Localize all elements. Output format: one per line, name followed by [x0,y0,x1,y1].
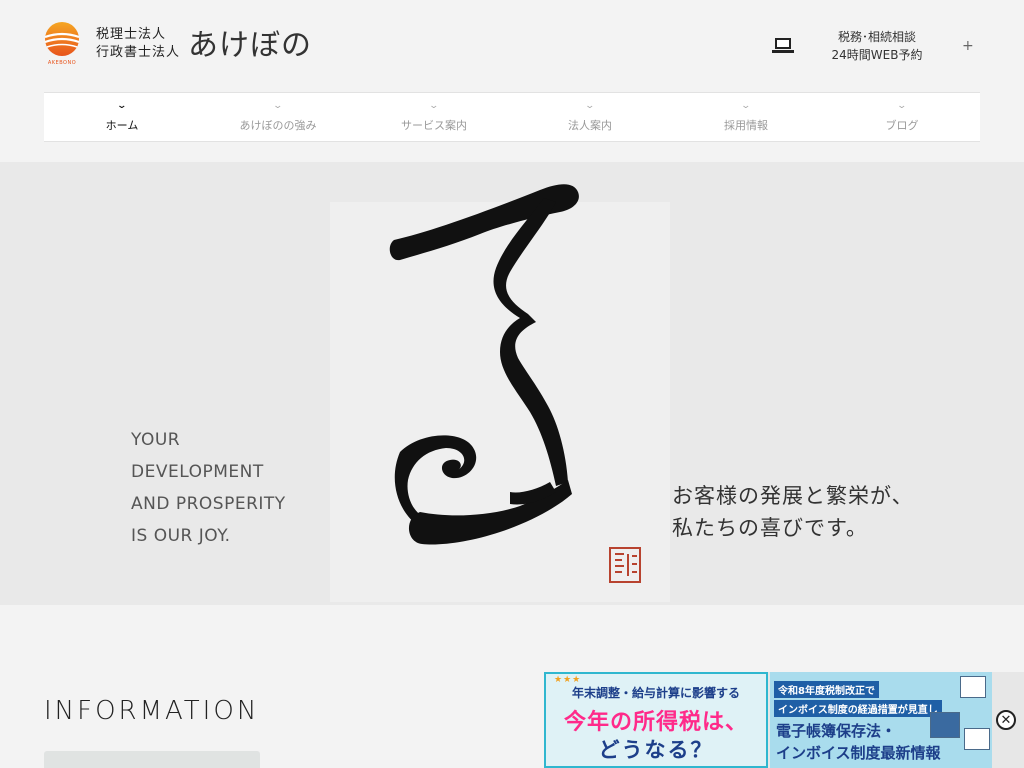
promo-banner: ★★★ 年末調整・給与計算に影響する 今年の所得税は、 どうなる？ 令和8年度税… [544,672,1024,768]
hero-section: YOUR DEVELOPMENT AND PROSPERITY IS OUR J… [0,162,1024,605]
income-tax-banner-line3: どうなる？ [598,738,714,762]
nav-item-label: 法人案内 [568,119,612,132]
site-header: AKEBONO 税理士法人 行政書士法人 あけぼの 税務･相続相談 24時間WE… [0,0,1024,92]
logo-subtitle-line1: 税理士法人 [96,27,167,42]
sun-logo-icon: AKEBONO [42,20,82,68]
nav-item-about[interactable]: ⌄ 法人案内 [512,93,668,141]
chevron-down-icon: ⌄ [740,101,752,111]
hero-jp-line2: 私たちの喜びです。 [672,516,868,540]
plus-icon[interactable]: + [962,38,974,54]
main-nav: ⌄ ホーム ⌄ あけぼのの強み ⌄ サービス案内 ⌄ 法人案内 ⌄ 採用情報 ⌄… [44,92,980,142]
nav-item-recruit[interactable]: ⌄ 採用情報 [668,93,824,141]
chevron-down-icon: ⌄ [272,101,284,111]
logo-name: あけぼの [188,28,313,63]
nav-item-label: ホーム [105,119,139,132]
web-reservation-line2: 24時間WEB予約 [831,48,923,62]
chevron-down-icon: ⌄ [584,101,596,111]
nav-item-label: ブログ [885,119,919,132]
hero-en-line2: DEVELOPMENT [131,462,264,482]
nav-item-label: サービス案内 [401,119,467,132]
chevron-down-icon: ⌄ [116,101,128,111]
hero-japanese-tagline: お客様の発展と繁栄が、 私たちの喜びです。 [672,480,914,544]
hero-jp-line1: お客様の発展と繁栄が、 [672,484,914,508]
invoice-banner-tag1: 令和8年度税制改正で [774,681,879,698]
site-logo[interactable]: AKEBONO 税理士法人 行政書士法人 あけぼの [42,20,312,68]
laptop-icon [772,37,794,55]
pdf-document-icon [960,676,986,698]
calligraphy-brush-artwork [389,184,579,545]
hero-en-line1: YOUR [131,430,181,450]
folder-icon [930,712,960,738]
logo-subtitle: 税理士法人 行政書士法人 [96,26,180,62]
invoice-document-icon [964,728,990,750]
invoice-system-banner[interactable]: 令和8年度税制改正で インボイス制度の経過措置が見直し 電子帳簿保存法・ インボ… [770,672,992,768]
income-tax-banner-line2: 今年の所得税は、 [563,710,748,735]
nav-item-label: あけぼのの強み [239,119,317,132]
nav-item-home[interactable]: ⌄ ホーム [44,93,200,141]
information-card-thumbnail[interactable] [44,751,260,768]
nav-item-services[interactable]: ⌄ サービス案内 [356,93,512,141]
hero-en-line3: AND PROSPERITY [131,494,286,514]
web-reservation-button[interactable]: 税務･相続相談 24時間WEB予約 + [772,26,982,66]
logo-mark-caption: AKEBONO [47,60,77,66]
invoice-banner-headline2: インボイス制度最新情報 [776,744,941,762]
income-tax-banner[interactable]: ★★★ 年末調整・給与計算に影響する 今年の所得税は、 どうなる？ [544,672,768,768]
web-reservation-line1: 税務･相続相談 [837,30,916,44]
nav-item-blog[interactable]: ⌄ ブログ [824,93,980,141]
income-tax-banner-line1: 年末調整・給与計算に影響する [571,686,740,700]
logo-subtitle-line2: 行政書士法人 [96,45,181,60]
invoice-banner-headline1: 電子帳簿保存法・ [776,722,897,740]
web-reservation-label: 税務･相続相談 24時間WEB予約 [822,28,932,64]
hero-en-line4: IS OUR JOY. [131,526,231,546]
chevron-down-icon: ⌄ [896,101,908,111]
invoice-banner-tag2: インボイス制度の経過措置が見直し [774,700,942,717]
red-seal-stamp-icon [609,547,641,583]
chevron-down-icon: ⌄ [428,101,440,111]
close-banner-button[interactable]: ✕ [996,710,1016,730]
hero-english-tagline: YOUR DEVELOPMENT AND PROSPERITY IS OUR J… [131,424,286,552]
nav-item-strengths[interactable]: ⌄ あけぼのの強み [200,93,356,141]
information-heading: INFORMATION [44,696,260,726]
nav-item-label: 採用情報 [724,119,768,132]
